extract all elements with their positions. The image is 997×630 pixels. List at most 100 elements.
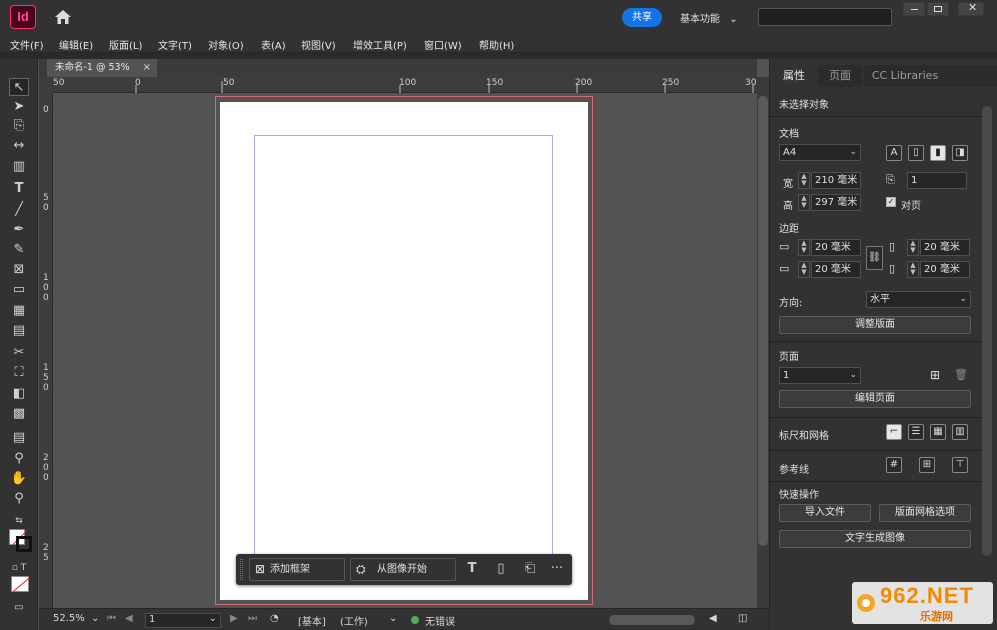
document-tab[interactable]: 未命名-1 @ 53% ×: [47, 59, 157, 77]
rectangle-tool-icon[interactable]: ▭: [9, 281, 29, 299]
menu-plugins[interactable]: 增效工具(P): [353, 37, 407, 52]
split-view-icon[interactable]: ◫: [738, 613, 747, 624]
margin-right-field[interactable]: 20 毫米: [920, 261, 970, 278]
workspace-switcher[interactable]: 基本功能 ⌄: [680, 10, 738, 25]
place-file-icon[interactable]: ⎗: [521, 559, 539, 579]
facing-pages-icon[interactable]: ▮: [930, 145, 946, 161]
formatting-affects-icon[interactable]: ▫ T: [9, 559, 29, 577]
vertical-scrollbar-thumb[interactable]: [758, 96, 768, 546]
add-page-icon[interactable]: ⊞: [930, 368, 940, 382]
menu-edit[interactable]: 编辑(E): [59, 37, 93, 52]
eyedropper-tool-icon[interactable]: ⚲: [9, 450, 29, 468]
zoom-tool-icon[interactable]: ⚲: [9, 490, 29, 508]
smart-guides-icon[interactable]: ⊤: [952, 457, 968, 473]
menu-help[interactable]: 帮助(H): [479, 37, 514, 52]
text-frame-icon[interactable]: T: [463, 559, 481, 579]
ruler-icon[interactable]: ⌐: [886, 424, 902, 440]
search-input[interactable]: [758, 8, 892, 26]
add-frame-button[interactable]: ⊠ 添加框架: [249, 558, 345, 581]
pencil-tool-icon[interactable]: ✎: [9, 241, 29, 259]
menu-object[interactable]: 对象(O): [208, 37, 244, 52]
selection-tool-icon[interactable]: ↖: [9, 78, 29, 96]
menu-file[interactable]: 文件(F): [10, 37, 44, 52]
menu-window[interactable]: 窗口(W): [424, 37, 462, 52]
binding-icon[interactable]: ◨: [952, 145, 968, 161]
line-tool-icon[interactable]: ╱: [9, 201, 29, 219]
type-tool-icon[interactable]: T: [9, 180, 29, 198]
pen-tool-icon[interactable]: ✒: [9, 221, 29, 239]
share-button[interactable]: 共享: [622, 8, 662, 27]
free-transform-tool-icon[interactable]: ⛶: [9, 364, 29, 382]
tab-properties[interactable]: 属性: [772, 65, 816, 87]
margin-right-stepper[interactable]: ▲ ▼: [907, 261, 919, 278]
width-stepper[interactable]: ▲ ▼: [798, 172, 810, 189]
ruler-origin[interactable]: [39, 77, 53, 93]
link-margins-icon[interactable]: ⛓: [866, 246, 883, 270]
delete-page-icon[interactable]: 🗑: [954, 368, 968, 381]
height-field[interactable]: 297 毫米: [811, 194, 861, 211]
start-from-image-button[interactable]: ⛭ 从图像开始: [350, 558, 456, 581]
layout-grid-options-button[interactable]: 版面网格选项: [879, 504, 971, 522]
minimize-button[interactable]: [903, 2, 925, 16]
maximize-button[interactable]: [927, 2, 949, 16]
portrait-icon[interactable]: A: [886, 145, 902, 161]
collapse-left-icon[interactable]: ◀: [709, 613, 717, 624]
last-page-icon[interactable]: ⏭: [248, 613, 257, 624]
tab-cc-libraries[interactable]: CC Libraries: [864, 65, 946, 87]
direct-selection-tool-icon[interactable]: ➤: [9, 98, 29, 116]
margin-bottom-field[interactable]: 20 毫米: [811, 261, 861, 278]
home-icon[interactable]: [54, 9, 72, 25]
vertical-ruler[interactable]: 0 5 0 1 0 0 1 5 0 2 0 0 2 5: [39, 93, 53, 608]
lock-guides-icon[interactable]: ⊞: [919, 457, 935, 473]
drag-handle[interactable]: [240, 559, 243, 580]
close-button[interactable]: ✕: [958, 1, 984, 16]
landscape-icon[interactable]: ▯: [908, 145, 924, 161]
adjust-layout-button[interactable]: 调整版面: [779, 316, 971, 334]
margin-left-stepper[interactable]: ▲ ▼: [907, 239, 919, 256]
gap-tool-icon[interactable]: ↔: [9, 137, 29, 155]
panel-scrollbar-thumb[interactable]: [982, 106, 992, 556]
horizontal-ruler[interactable]: 50 0 50 100 150 200 250 30: [53, 77, 757, 93]
note-tool-icon[interactable]: ▤: [9, 429, 29, 447]
margin-left-field[interactable]: 20 毫米: [920, 239, 970, 256]
orientation-select[interactable]: 水平 ⌄: [866, 291, 971, 308]
height-stepper[interactable]: ▲ ▼: [798, 194, 810, 211]
edit-page-button[interactable]: 编辑页面: [779, 390, 971, 408]
document-page-icon[interactable]: ▯: [492, 559, 510, 579]
rectangle-frame-tool-icon[interactable]: ⊠: [9, 261, 29, 279]
chevron-down-icon[interactable]: ⌄: [91, 613, 99, 624]
menu-type[interactable]: 文字(T): [158, 37, 192, 52]
menu-table[interactable]: 表(A): [261, 37, 286, 52]
horizontal-scrollbar-thumb[interactable]: [609, 615, 695, 625]
open-page-icon[interactable]: ◔: [270, 613, 279, 624]
baseline-grid-icon[interactable]: ☰: [908, 424, 924, 440]
gradient-swatch-tool-icon[interactable]: ◧: [9, 385, 29, 403]
hand-tool-icon[interactable]: ✋: [9, 470, 29, 488]
text-to-image-button[interactable]: 文字生成图像: [779, 530, 971, 548]
margin-top-field[interactable]: 20 毫米: [811, 239, 861, 256]
screen-mode-icon[interactable]: ▭: [9, 599, 29, 617]
chevron-down-icon[interactable]: ⌄: [389, 613, 397, 624]
table-tool-icon[interactable]: ▦: [9, 302, 29, 320]
preflight-status[interactable]: 无错误: [425, 613, 455, 628]
menu-layout[interactable]: 版面(L): [109, 37, 142, 52]
close-icon[interactable]: ×: [143, 59, 151, 77]
previous-page-icon[interactable]: ◀: [125, 613, 133, 624]
gradient-feather-tool-icon[interactable]: ▩: [9, 405, 29, 423]
first-page-icon[interactable]: ⏮: [107, 613, 116, 624]
margin-bottom-stepper[interactable]: ▲ ▼: [798, 261, 810, 278]
page-select[interactable]: 1 ⌄: [779, 367, 861, 384]
content-collector-icon[interactable]: ▥: [9, 158, 29, 176]
grid-tool-icon[interactable]: ▤: [9, 322, 29, 340]
page-tool-icon[interactable]: ⎘: [9, 117, 29, 135]
page-number-field[interactable]: 1 ⌄: [145, 613, 221, 628]
margin-top-stepper[interactable]: ▲ ▼: [798, 239, 810, 256]
import-file-button[interactable]: 导入文件: [779, 504, 871, 522]
document-grid-icon[interactable]: ▦: [930, 424, 946, 440]
menu-view[interactable]: 视图(V): [301, 37, 336, 52]
show-guides-icon[interactable]: #: [886, 457, 902, 473]
workspace-status[interactable]: (工作): [340, 613, 368, 628]
scissors-tool-icon[interactable]: ✂: [9, 344, 29, 362]
tab-pages[interactable]: 页面: [818, 65, 862, 87]
apply-none-icon[interactable]: [11, 576, 30, 592]
